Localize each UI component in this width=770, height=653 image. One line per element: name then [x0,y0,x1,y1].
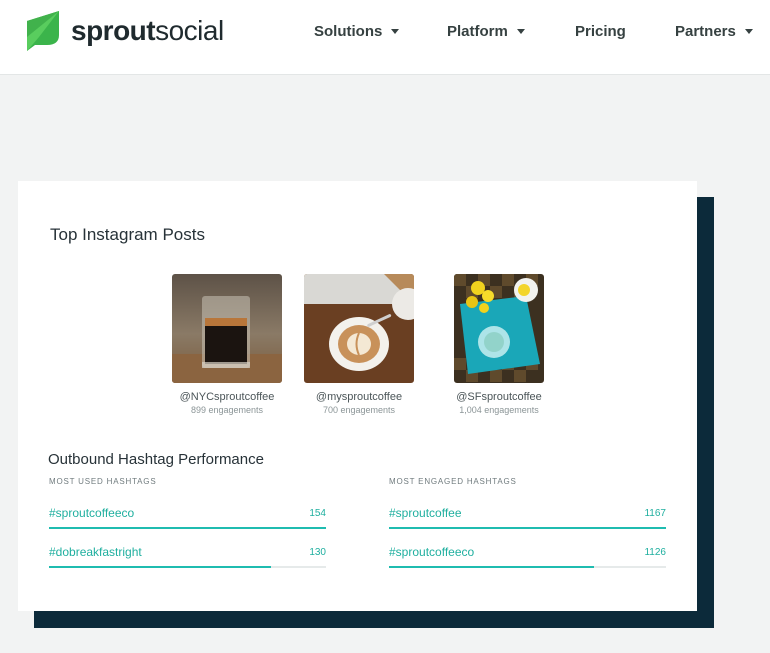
nav-partners[interactable]: Partners [675,20,753,42]
instagram-post[interactable]: @mysproutcoffee 700 engagements [304,274,414,415]
hashtag-bar-track [389,566,666,568]
post-engagements: 1,004 engagements [459,405,539,415]
post-photo-flowers[interactable] [454,274,544,383]
site-header: sproutsocial Solutions Platform Pricing … [0,0,770,75]
hashtag-row[interactable]: #sproutcoffeeco 1126 [389,545,666,571]
hashtag-bar-track [49,527,326,529]
hashtag-bar-track [389,527,666,529]
hashtag-row[interactable]: #sproutcoffee 1167 [389,506,666,532]
hashtag-section-title: Outbound Hashtag Performance [48,451,264,468]
instagram-post[interactable]: @NYCsproutcoffee 899 engagements [172,274,282,415]
chevron-down-icon [744,29,753,34]
chevron-down-icon [516,29,525,34]
nav-platform-label: Platform [447,22,508,40]
hashtag-name[interactable]: #sproutcoffee [389,506,462,520]
hashtag-name[interactable]: #sproutcoffeeco [389,545,474,559]
chevron-down-icon [391,29,400,34]
hashtag-count: 1167 [644,508,666,519]
post-handle[interactable]: @NYCsproutcoffee [172,391,282,403]
nav-pricing-label: Pricing [575,22,626,40]
nav-solutions[interactable]: Solutions [314,20,400,42]
hashtag-count: 130 [309,547,326,558]
instagram-post[interactable]: @SFsproutcoffee 1,004 engagements [444,274,554,415]
hashtag-bar-fill [49,566,271,568]
nav-platform[interactable]: Platform [447,20,525,42]
post-photo-latte[interactable] [304,274,414,383]
hashtag-name[interactable]: #dobreakfastright [49,545,142,559]
card-title: Top Instagram Posts [50,225,205,244]
hashtag-count: 154 [309,508,326,519]
hashtag-bar-fill [389,566,594,568]
hashtag-row[interactable]: #dobreakfastright 130 [49,545,326,571]
instagram-report-card: Top Instagram Posts @NYCsproutcoffee 899… [18,181,697,611]
most-used-label: MOST USED HASHTAGS [49,477,157,486]
hashtag-bar-track [49,566,326,568]
nav-pricing[interactable]: Pricing [575,20,626,42]
post-engagements: 899 engagements [190,405,264,415]
nav-partners-label: Partners [675,22,736,40]
hashtag-name[interactable]: #sproutcoffeeco [49,506,134,520]
hashtag-bar-fill [389,527,666,529]
sprout-social-logo[interactable]: sproutsocial [25,11,224,51]
sprout-leaf-icon [27,11,59,51]
most-engaged-label: MOST ENGAGED HASHTAGS [389,477,517,486]
hashtag-count: 1126 [644,547,666,558]
hashtag-row[interactable]: #sproutcoffeeco 154 [49,506,326,532]
hashtag-bar-fill [49,527,326,529]
post-handle[interactable]: @SFsproutcoffee [444,391,554,403]
logo-wordmark: sproutsocial [71,15,224,46]
post-engagements: 700 engagements [322,405,396,415]
post-handle[interactable]: @mysproutcoffee [304,391,414,403]
post-photo-espresso[interactable] [172,274,282,383]
nav-solutions-label: Solutions [314,22,383,40]
